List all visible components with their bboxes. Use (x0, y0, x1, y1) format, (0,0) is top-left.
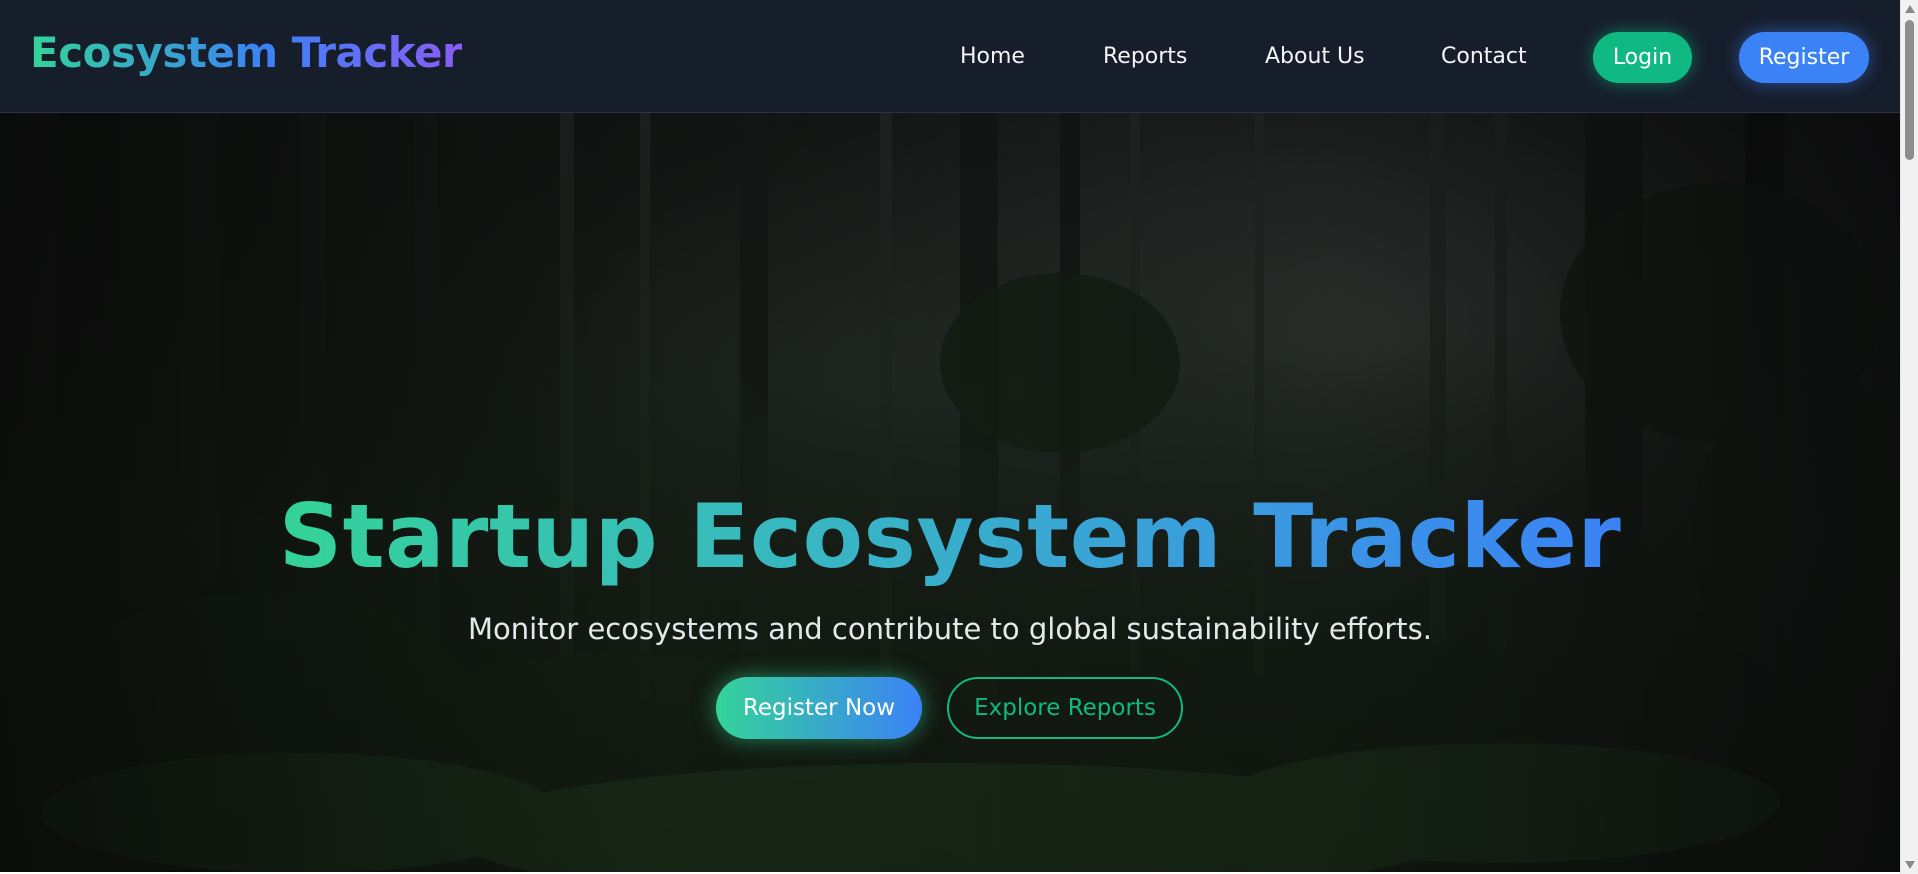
top-navbar: Ecosystem Tracker Home Reports About Us … (0, 0, 1900, 113)
register-button[interactable]: Register (1739, 32, 1869, 83)
register-now-button[interactable]: Register Now (716, 677, 922, 739)
nav-link-home[interactable]: Home (960, 44, 1025, 69)
login-button[interactable]: Login (1593, 32, 1692, 83)
hero-section: Startup Ecosystem Tracker Monitor ecosys… (0, 113, 1900, 874)
vertical-scrollbar[interactable] (1900, 0, 1918, 874)
browser-viewport: Ecosystem Tracker Home Reports About Us … (0, 0, 1918, 874)
nav-link-reports[interactable]: Reports (1103, 44, 1187, 69)
brand-logo[interactable]: Ecosystem Tracker (30, 28, 463, 77)
hero-title: Startup Ecosystem Tracker (0, 485, 1900, 588)
explore-reports-button[interactable]: Explore Reports (947, 677, 1183, 739)
nav-link-contact[interactable]: Contact (1441, 44, 1527, 69)
scrollbar-thumb[interactable] (1905, 20, 1914, 160)
chevron-down-icon[interactable] (1905, 861, 1915, 869)
chevron-up-icon[interactable] (1905, 5, 1915, 13)
hero-title-text: Startup Ecosystem Tracker (278, 485, 1622, 588)
hero-subtitle: Monitor ecosystems and contribute to glo… (467, 612, 1433, 646)
nav-link-about-us[interactable]: About Us (1265, 44, 1365, 69)
